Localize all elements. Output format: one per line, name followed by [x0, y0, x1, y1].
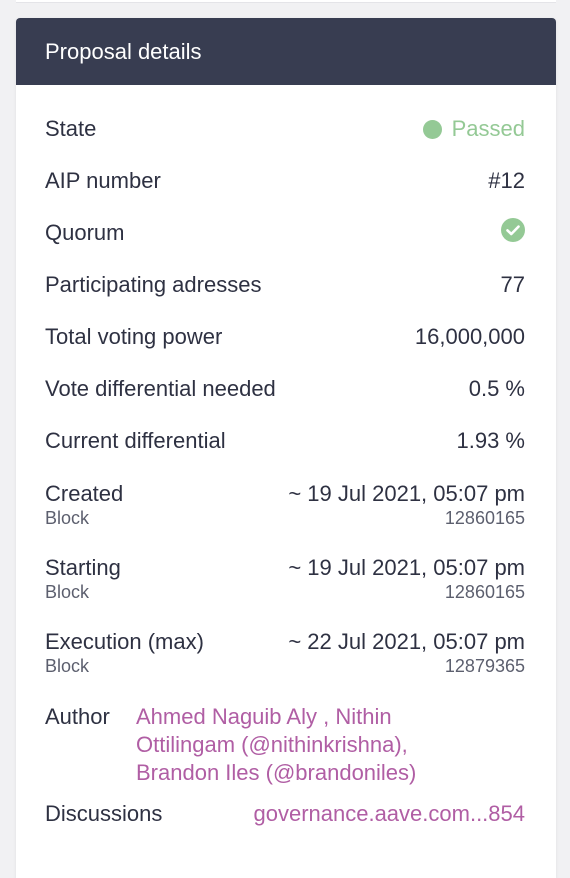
participating-value: 77: [500, 272, 525, 297]
current-differential-row: Current differential 1.93 %: [45, 415, 525, 467]
card-title: Proposal details: [45, 38, 202, 64]
current-differential-label: Current differential: [45, 428, 226, 453]
total-voting-power-row: Total voting power 16,000,000: [45, 311, 525, 363]
created-label: Created: [45, 481, 124, 506]
starting-label: Starting: [45, 555, 121, 580]
starting-date: ~ 19 Jul 2021, 05:07 pm: [288, 555, 525, 580]
author-row: Author Ahmed Naguib Aly , Nithin Ottilin…: [45, 703, 525, 787]
total-voting-power-label: Total voting power: [45, 324, 223, 349]
state-row: State Passed: [45, 103, 525, 155]
execution-label: Execution (max): [45, 629, 204, 654]
discussions-link[interactable]: governance.aave.com...854: [253, 801, 525, 827]
author-label: Author: [45, 704, 110, 729]
proposal-details-card: Proposal details State Passed AIP number…: [16, 18, 556, 878]
execution-block-number: 12879365: [444, 656, 525, 676]
vote-differential-needed-value: 0.5 %: [468, 376, 525, 401]
participating-row: Participating adresses 77: [45, 259, 525, 311]
discussions-row: Discussions governance.aave.com...854: [45, 801, 525, 827]
created-date: ~ 19 Jul 2021, 05:07 pm: [288, 481, 525, 506]
execution-block-label: Block: [45, 656, 90, 676]
participating-label: Participating adresses: [45, 272, 262, 297]
current-differential-value: 1.93 %: [456, 428, 526, 453]
state-text: Passed: [451, 116, 525, 141]
quorum-label: Quorum: [45, 220, 125, 245]
quorum-row: Quorum: [45, 207, 525, 259]
total-voting-power-value: 16,000,000: [414, 324, 525, 349]
author-names: Ahmed Naguib Aly , Nithin Ottilingam (@n…: [136, 704, 417, 785]
vote-differential-needed-row: Vote differential needed 0.5 %: [45, 363, 525, 415]
aip-label: AIP number: [45, 168, 161, 193]
aip-number-link[interactable]: #12: [488, 168, 525, 194]
previous-card-edge: [16, 0, 556, 3]
vote-differential-needed-label: Vote differential needed: [45, 376, 276, 401]
starting-row: Starting Block ~ 19 Jul 2021, 05:07 pm 1…: [45, 551, 525, 625]
created-block-label: Block: [45, 508, 90, 528]
state-value: Passed: [422, 116, 525, 142]
execution-row: Execution (max) Block ~ 22 Jul 2021, 05:…: [45, 625, 525, 699]
aip-row: AIP number #12: [45, 155, 525, 207]
execution-date: ~ 22 Jul 2021, 05:07 pm: [288, 629, 525, 654]
starting-block-number: 12860165: [444, 582, 525, 602]
starting-block-label: Block: [45, 582, 90, 602]
state-label: State: [45, 116, 97, 141]
status-dot-icon: [422, 119, 442, 139]
created-row: Created Block ~ 19 Jul 2021, 05:07 pm 12…: [45, 477, 525, 551]
card-header: Proposal details: [16, 18, 556, 85]
card-body: State Passed AIP number #12 Quorum Parti…: [16, 103, 556, 827]
check-circle-icon: [501, 218, 525, 242]
created-block-number: 12860165: [444, 508, 525, 528]
quorum-value: [501, 218, 525, 248]
discussions-label: Discussions: [45, 801, 163, 826]
